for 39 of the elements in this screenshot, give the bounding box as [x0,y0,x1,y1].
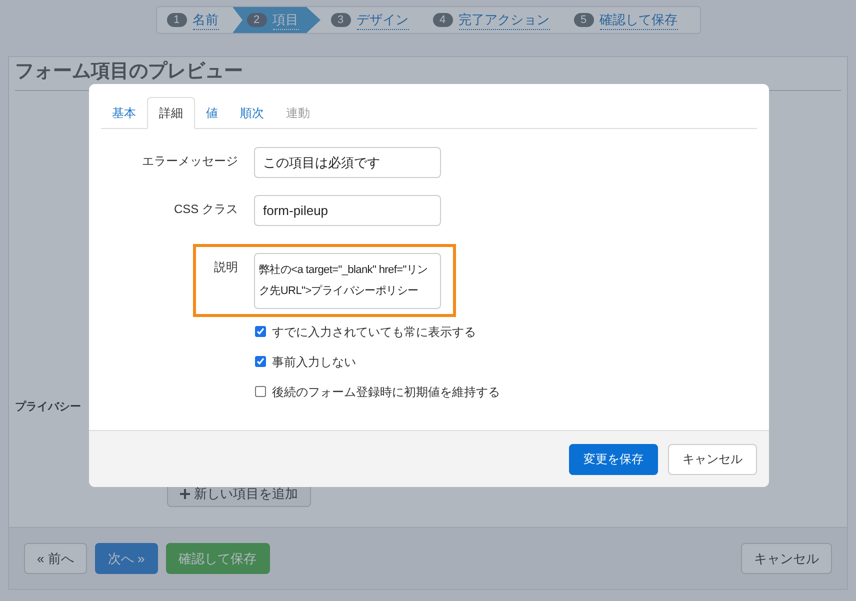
step-label: デザイン [356,10,408,30]
step-label: 確認して保存 [600,10,678,30]
plus-icon [180,488,190,498]
dialog-tab[interactable]: 値 [195,97,229,129]
step-number: 2 [246,13,266,27]
step-label: 完了アクション [458,10,550,30]
text-field[interactable]: この項目は必須です [254,147,441,178]
checkbox-label: 事前入力しない [272,354,356,370]
footer-button[interactable]: 次へ » [94,543,158,574]
wizard-step[interactable]: 5 確認して保存 [564,7,692,33]
dialog-button[interactable]: キャンセル [668,444,757,474]
dialog-tab[interactable]: 基本 [101,97,147,129]
dialog-button[interactable]: 変更を保存 [569,444,658,474]
checkbox[interactable] [255,326,266,337]
field-label: CSS クラス [172,201,238,218]
wizard-step[interactable]: 1 名前 [156,7,232,33]
step-number: 3 [330,13,350,27]
footer-button[interactable]: « 前へ [24,543,87,574]
step-number: 5 [574,13,594,27]
dialog-tab[interactable]: 詳細 [147,97,195,129]
footer-button[interactable]: キャンセル [741,543,832,574]
dialog-tab[interactable]: 順次 [229,97,275,129]
step-label: 名前 [192,10,218,30]
checkbox-label: すでに入力されていても常に表示する [272,324,476,340]
step-number: 1 [166,13,186,27]
text-field[interactable]: form-pileup [254,195,441,226]
description-textarea[interactable]: 弊社の<a target="_blank" href="リンク先URL">プライバシーポリシー [254,253,441,309]
step-number: 4 [432,13,452,27]
checkbox[interactable] [255,356,266,367]
field-label: 説明 [213,259,238,276]
field-label: プライバシー [15,400,81,415]
page-title: フォーム項目のプレビュー [15,62,244,82]
wizard-step[interactable]: 2 項目 [232,7,320,33]
checkbox-label: 後続のフォーム登録時に初期値を維持する [272,384,500,400]
step-label: 項目 [272,10,298,30]
field-label: エラーメッセージ [141,153,238,170]
wizard-step[interactable]: 4 完了アクション [422,7,564,33]
checkbox[interactable] [255,386,266,397]
wizard-step[interactable]: 3 デザイン [320,7,422,33]
